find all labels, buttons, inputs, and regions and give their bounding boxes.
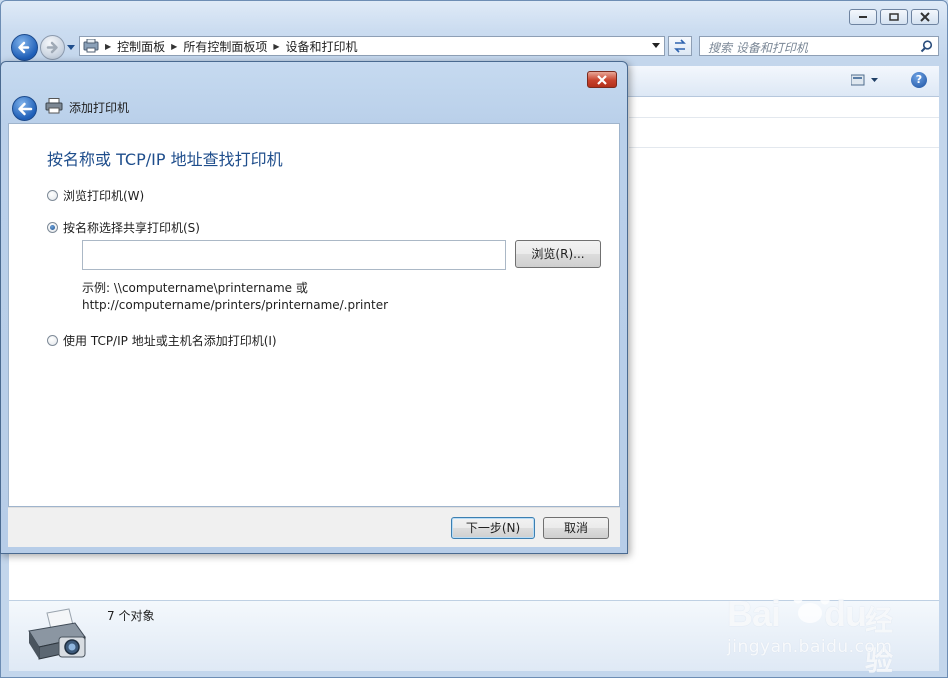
address-bar[interactable]: ▶ 控制面板 ▶ 所有控制面板项 ▶ 设备和打印机	[79, 36, 665, 56]
search-icon[interactable]	[920, 40, 933, 53]
breadcrumb-devices-printers[interactable]: 设备和打印机	[282, 38, 362, 55]
breadcrumb-control-panel[interactable]: 控制面板	[113, 38, 169, 55]
example-line-url: http://computername/printers/printername…	[82, 298, 389, 312]
object-count-label: 7 个对象	[107, 609, 155, 623]
explorer-forward-button[interactable]	[40, 35, 65, 60]
option-browse-printers[interactable]: 浏览打印机(W)	[47, 187, 144, 204]
minimize-button[interactable]	[849, 9, 877, 25]
view-options-button[interactable]	[850, 74, 879, 89]
next-button[interactable]: 下一步(N)	[451, 517, 535, 539]
option-tcpip-hostname[interactable]: 使用 TCP/IP 地址或主机名添加打印机(I)	[47, 332, 277, 349]
add-printer-dialog: 添加打印机 按名称或 TCP/IP 地址查找打印机 浏览打印机(W) 按名称选择…	[0, 61, 628, 554]
baidu-paw-icon	[793, 582, 830, 623]
breadcrumb-separator[interactable]: ▶	[103, 42, 113, 51]
dialog-close-button[interactable]	[587, 71, 617, 88]
option-shared-printer-by-name[interactable]: 按名称选择共享打印机(S)	[47, 219, 200, 236]
window-close-button[interactable]	[911, 9, 939, 25]
option-browse-printers-label: 浏览打印机(W)	[63, 189, 145, 203]
search-input[interactable]: 搜索 设备和打印机	[699, 36, 939, 56]
dialog-footer: 下一步(N) 取消	[8, 507, 620, 547]
printer-name-input[interactable]	[82, 240, 506, 270]
watermark-brand-start: Bai	[727, 593, 781, 634]
minimize-icon	[859, 16, 867, 18]
close-icon	[920, 12, 930, 22]
restore-icon	[889, 13, 899, 21]
breadcrumb-all-items[interactable]: 所有控制面板项	[179, 38, 271, 55]
explorer-back-button[interactable]	[11, 34, 38, 61]
baidu-jingyan-watermark: Bai du 经验 jingyan.baidu.com	[727, 579, 907, 677]
help-button[interactable]: ?	[911, 72, 927, 88]
option-shared-printer-by-name-label: 按名称选择共享打印机(S)	[63, 221, 200, 235]
browse-button[interactable]: 浏览(R)...	[515, 240, 601, 268]
radio-shared-printer-by-name[interactable]	[47, 222, 58, 233]
dialog-heading: 按名称或 TCP/IP 地址查找打印机	[47, 150, 283, 169]
recent-pages-dropdown-icon[interactable]	[67, 45, 75, 51]
breadcrumb-separator[interactable]: ▶	[169, 42, 179, 51]
view-icon	[850, 74, 878, 86]
dialog-body: 按名称或 TCP/IP 地址查找打印机 浏览打印机(W) 按名称选择共享打印机(…	[8, 123, 620, 507]
close-icon	[597, 74, 607, 85]
printer-camera-icon	[28, 608, 86, 660]
address-dropdown-icon[interactable]	[652, 43, 660, 49]
printer-icon	[45, 98, 63, 114]
radio-browse-printers[interactable]	[47, 190, 58, 201]
dialog-title: 添加打印机	[69, 101, 130, 115]
option-tcpip-hostname-label: 使用 TCP/IP 地址或主机名添加打印机(I)	[63, 334, 277, 348]
breadcrumb-separator[interactable]: ▶	[271, 42, 281, 51]
forward-arrow-icon	[46, 41, 58, 54]
radio-tcpip-hostname[interactable]	[47, 335, 58, 346]
search-placeholder: 搜索 设备和打印机	[708, 41, 808, 55]
watermark-url: jingyan.baidu.com	[727, 637, 893, 657]
example-line-unc: 示例: \\computername\printername 或	[82, 281, 308, 295]
example-text: 示例: \\computername\printername 或 http://…	[82, 280, 388, 314]
refresh-button[interactable]	[668, 36, 692, 56]
maximize-button[interactable]	[880, 9, 908, 25]
back-arrow-icon	[18, 41, 30, 54]
back-arrow-icon	[18, 102, 33, 116]
control-panel-icon	[83, 39, 99, 53]
help-icon: ?	[915, 73, 923, 86]
content-divider	[629, 117, 939, 118]
dialog-back-button[interactable]	[12, 96, 37, 121]
content-divider	[629, 147, 939, 148]
cancel-button[interactable]: 取消	[543, 517, 609, 539]
refresh-icon	[674, 39, 686, 53]
window-caption-buttons	[849, 9, 939, 25]
